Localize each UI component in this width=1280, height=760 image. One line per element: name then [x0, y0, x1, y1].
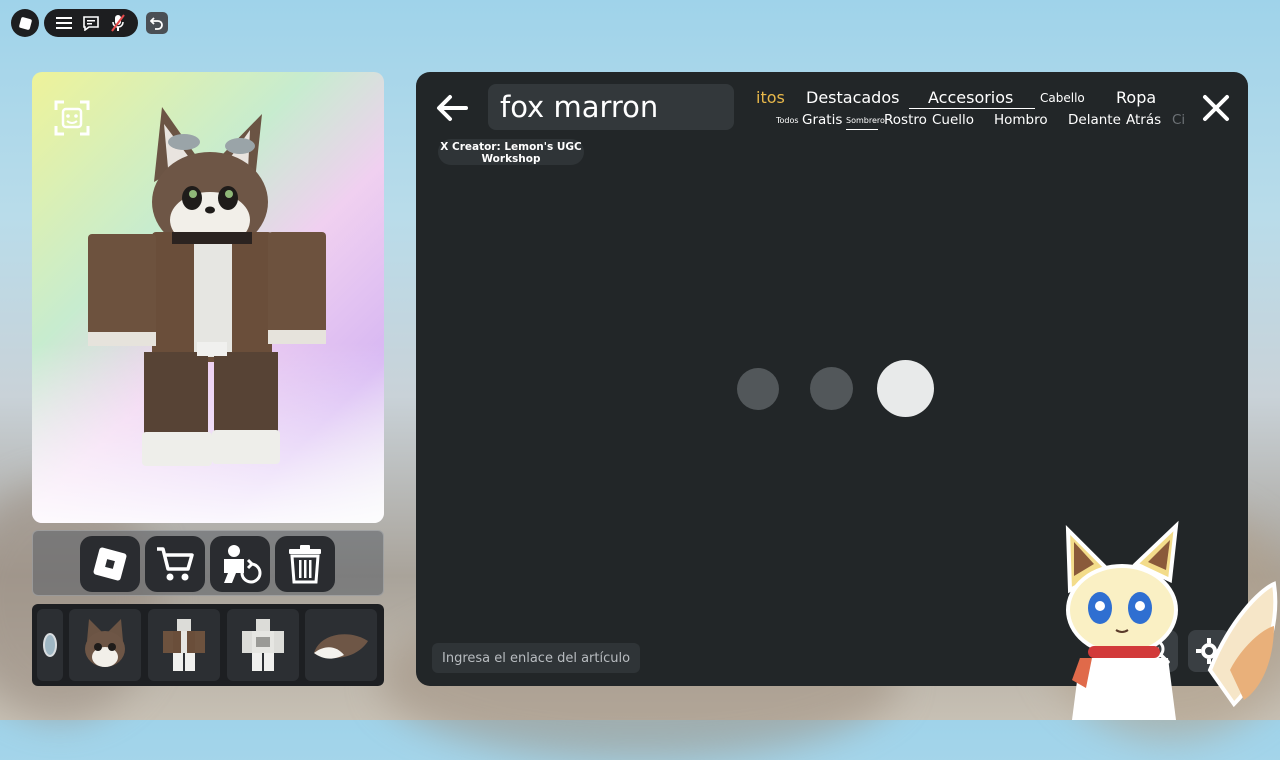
- item-tile-brown-jacket[interactable]: [148, 609, 220, 681]
- subtab-partial[interactable]: Ci: [1172, 112, 1185, 128]
- avatar-action-bar: [32, 530, 384, 596]
- subtab-delante[interactable]: Delante: [1068, 112, 1121, 128]
- tab-cabello[interactable]: Cabello: [1040, 91, 1085, 105]
- roblox-icon: [93, 547, 127, 581]
- face-tracking-icon: [54, 100, 90, 136]
- trash-button[interactable]: [275, 536, 335, 592]
- roblox-logo-icon: [18, 16, 32, 30]
- avatar-swap-button[interactable]: [210, 536, 270, 592]
- subtab-rostro[interactable]: Rostro: [884, 112, 927, 128]
- back-arrow-icon: [437, 95, 468, 121]
- item-tile-fox-tail[interactable]: [305, 609, 377, 681]
- white-shirt-item-icon: [242, 619, 284, 671]
- item-link-input[interactable]: [442, 643, 630, 673]
- microphone-muted-icon[interactable]: [108, 13, 128, 33]
- cart-button[interactable]: [145, 536, 205, 592]
- subcategory-tabs: Todos Gratis Sombrero Rostro Cuello Homb…: [756, 112, 1186, 134]
- loading-dot: [810, 367, 853, 410]
- subtab-cuello[interactable]: Cuello: [932, 112, 974, 128]
- avatar-figure: [88, 107, 326, 466]
- brown-jacket-item-icon: [163, 619, 205, 671]
- hamburger-menu-icon[interactable]: [54, 13, 74, 33]
- subtab-sombrero[interactable]: Sombrero: [846, 116, 885, 125]
- fox-head-item-icon: [85, 619, 125, 667]
- item-link-field: [432, 643, 640, 673]
- undo-icon: [150, 17, 163, 30]
- fox-tail-item-icon: [314, 634, 368, 659]
- tab-accesorios-underline: [909, 108, 1035, 109]
- item-tile-white-shirt[interactable]: [227, 609, 299, 681]
- back-button[interactable]: [434, 90, 470, 126]
- loading-dot-active: [877, 360, 934, 417]
- chat-icon[interactable]: [81, 13, 101, 33]
- close-icon: [1203, 95, 1229, 121]
- creator-filter-chip[interactable]: X Creator: Lemon's UGC Workshop: [438, 139, 584, 165]
- subtab-atras[interactable]: Atrás: [1126, 112, 1161, 128]
- roblox-menu-button[interactable]: [11, 9, 39, 37]
- trash-icon: [289, 545, 321, 584]
- mascot-sticker: [1065, 520, 1278, 720]
- roblox-button[interactable]: [80, 536, 140, 592]
- subtab-gratis[interactable]: Gratis: [802, 112, 842, 128]
- avatar-preview[interactable]: [32, 72, 384, 523]
- subtab-sombrero-underline: [846, 129, 878, 130]
- tab-ropa[interactable]: Ropa: [1116, 88, 1156, 107]
- tab-destacados[interactable]: Destacados: [806, 88, 899, 107]
- subtab-todos[interactable]: Todos: [776, 116, 799, 125]
- mirror-item-icon: [43, 633, 57, 657]
- subtab-hombro[interactable]: Hombro: [994, 112, 1048, 128]
- item-tile-fox-head[interactable]: [69, 609, 141, 681]
- avatar-swap-icon: [224, 545, 262, 584]
- loading-dot: [737, 368, 779, 410]
- cart-icon: [157, 547, 194, 581]
- undo-button[interactable]: [146, 12, 168, 34]
- face-tracking-button[interactable]: [54, 100, 90, 136]
- search-box: [488, 84, 734, 130]
- equipped-items-strip: [32, 604, 384, 686]
- search-input[interactable]: [500, 84, 734, 130]
- item-tile-mirror[interactable]: [37, 609, 63, 681]
- top-menu-bar: [44, 9, 138, 37]
- close-button[interactable]: [1198, 90, 1234, 126]
- tab-category-partial[interactable]: itos: [756, 88, 785, 107]
- tab-accesorios[interactable]: Accesorios: [928, 88, 1013, 107]
